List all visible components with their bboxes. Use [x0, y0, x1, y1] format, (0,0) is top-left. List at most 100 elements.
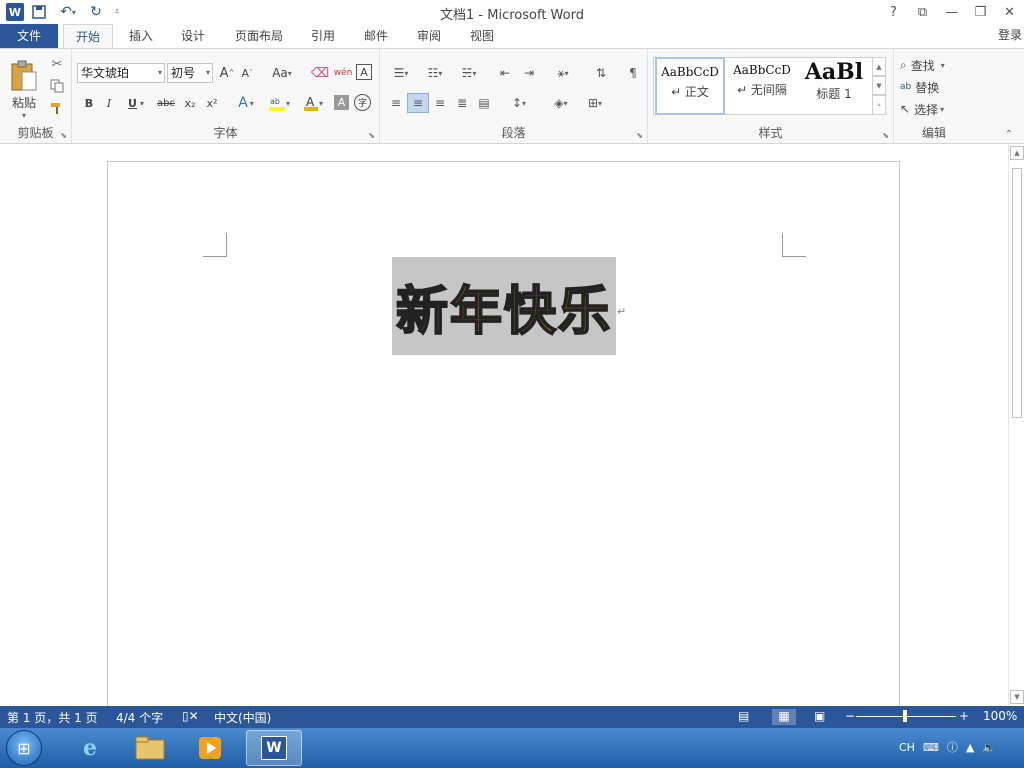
scroll-thumb[interactable]	[1012, 168, 1022, 418]
strikethrough-button[interactable]: abc	[154, 93, 178, 113]
subscript-button[interactable]: x₂	[180, 93, 200, 113]
borders-icon[interactable]: ⊞ ▾	[580, 93, 610, 113]
font-launcher-icon[interactable]: ⬊	[368, 131, 375, 140]
styles-scroll-down-icon[interactable]: ▼	[872, 76, 886, 95]
styles-launcher-icon[interactable]: ⬊	[882, 131, 889, 140]
select-button[interactable]: ↖ 选择 ▾	[900, 99, 968, 119]
wordart-selection[interactable]: 新年快乐	[392, 257, 616, 355]
word-count[interactable]: 4/4 个字	[116, 709, 163, 726]
enclose-char-icon[interactable]: 字	[354, 94, 371, 111]
find-label: 查找	[910, 58, 935, 73]
document-page[interactable]: 新年快乐 ↵	[107, 161, 900, 721]
char-border-button[interactable]: A	[356, 64, 372, 80]
tab-home[interactable]: 开始	[63, 24, 113, 49]
input-language[interactable]: CH	[899, 741, 915, 754]
ribbon-display-options-button[interactable]: ⧉	[908, 0, 937, 24]
tab-file[interactable]: 文件	[0, 24, 58, 49]
page-count[interactable]: 第 1 页，共 1 页	[7, 709, 98, 726]
decrease-indent-icon[interactable]: ⇤	[494, 63, 516, 83]
multilevel-list-icon[interactable]: ☵ ▾	[454, 63, 484, 83]
clipboard-launcher-icon[interactable]: ⬊	[60, 131, 67, 140]
read-mode-icon[interactable]: ▤	[738, 709, 749, 723]
editing-group-label: 编辑	[921, 126, 946, 140]
change-case-button[interactable]: Aa ▾	[268, 63, 296, 83]
zoom-slider-thumb[interactable]	[903, 710, 907, 722]
tab-view[interactable]: 视图	[460, 24, 504, 49]
style-no-spacing[interactable]: AaBbCcD ↵ 无间隔	[727, 57, 797, 115]
align-right-icon[interactable]: ≡	[430, 93, 450, 113]
bullets-icon[interactable]: ☰ ▾	[386, 63, 416, 83]
bold-button[interactable]: B	[80, 93, 98, 113]
scroll-down-icon[interactable]: ▼	[1010, 690, 1024, 704]
phonetic-guide-button[interactable]: wén	[332, 63, 354, 83]
increase-indent-icon[interactable]: ⇥	[518, 63, 540, 83]
paste-button[interactable]: 粘贴 ▾	[6, 55, 42, 125]
login-link[interactable]: 登录	[998, 26, 1022, 43]
align-left-icon[interactable]: ≡	[386, 93, 406, 113]
start-button[interactable]: ⊞	[6, 730, 42, 766]
web-layout-icon[interactable]: ▣	[814, 709, 825, 723]
help-tray-icon[interactable]: ⓘ	[947, 739, 958, 755]
shading-icon[interactable]: ◈ ▾	[546, 93, 576, 113]
style-normal[interactable]: AaBbCcD ↵ 正文	[655, 57, 725, 115]
tab-insert[interactable]: 插入	[120, 24, 162, 49]
media-player-icon[interactable]	[182, 730, 238, 766]
explorer-icon[interactable]	[122, 730, 178, 766]
highlight-color-icon[interactable]: ab ▾	[264, 93, 294, 113]
line-spacing-icon[interactable]: ↕ ▾	[504, 93, 534, 113]
numbering-icon[interactable]: ☷ ▾	[420, 63, 450, 83]
zoom-out-button[interactable]: −	[845, 709, 855, 723]
font-color-icon[interactable]: A ▾	[298, 93, 328, 113]
grow-font-button[interactable]: A ^	[218, 63, 236, 83]
tray-expand-icon[interactable]: ▲	[966, 741, 974, 754]
document-area[interactable]: 新年快乐 ↵	[0, 144, 1008, 721]
justify-icon[interactable]: ≣	[452, 93, 472, 113]
replace-button[interactable]: ab 替换	[900, 77, 968, 97]
cut-icon[interactable]: ✂	[48, 55, 66, 73]
tab-mailings[interactable]: 邮件	[355, 24, 397, 49]
align-center-icon[interactable]: ≡	[407, 93, 429, 113]
help-button[interactable]: ?	[879, 0, 908, 24]
underline-button[interactable]: U ▾	[122, 93, 150, 113]
format-painter-icon[interactable]	[48, 99, 66, 117]
chinese-layout-icon[interactable]: ⚹ ▾	[548, 63, 578, 83]
restore-button[interactable]: ❐	[966, 0, 995, 24]
tab-design[interactable]: 设计	[172, 24, 214, 49]
taskbar: ⊞ e W CH ⌨ ⓘ ▲ 🔈	[0, 728, 1024, 768]
text-effects-icon[interactable]: A ▾	[232, 93, 260, 113]
distributed-icon[interactable]: ▤	[474, 93, 494, 113]
close-button[interactable]: ✕	[995, 0, 1024, 24]
wordart-text[interactable]: 新年快乐	[395, 269, 612, 344]
font-name-combo[interactable]: 华文琥珀 ▾	[77, 63, 165, 83]
font-size-combo[interactable]: 初号 ▾	[167, 63, 213, 83]
find-button[interactable]: ⌕ 查找 ▾	[900, 55, 968, 75]
show-marks-icon[interactable]: ¶	[622, 63, 644, 83]
copy-icon[interactable]	[48, 77, 66, 95]
zoom-level[interactable]: 100%	[983, 709, 1017, 723]
scroll-up-icon[interactable]: ▲	[1010, 146, 1024, 160]
zoom-in-button[interactable]: +	[959, 709, 969, 723]
vertical-scrollbar[interactable]: ▲ ▼	[1008, 144, 1024, 706]
ie-icon[interactable]: e	[62, 730, 118, 766]
language-indicator[interactable]: 中文(中国)	[214, 709, 271, 726]
word-taskbar-icon[interactable]: W	[246, 730, 302, 766]
styles-more-icon[interactable]: ⩡	[872, 95, 886, 115]
sort-icon[interactable]: ⇅	[590, 63, 612, 83]
tab-references[interactable]: 引用	[302, 24, 344, 49]
tab-review[interactable]: 审阅	[408, 24, 450, 49]
superscript-button[interactable]: x²	[202, 93, 222, 113]
collapse-ribbon-icon[interactable]: ⌃	[1002, 127, 1016, 141]
italic-button[interactable]: I	[100, 93, 118, 113]
tab-layout[interactable]: 页面布局	[226, 24, 292, 49]
paragraph-launcher-icon[interactable]: ⬊	[636, 131, 643, 140]
keyboard-icon[interactable]: ⌨	[923, 741, 939, 754]
print-layout-icon[interactable]: ▦	[772, 709, 796, 725]
styles-scroll-up-icon[interactable]: ▲	[872, 57, 886, 76]
volume-icon[interactable]: 🔈	[982, 741, 996, 754]
style-heading-1[interactable]: AaBl 标题 1	[799, 57, 869, 115]
minimize-button[interactable]: —	[937, 0, 966, 24]
clear-formatting-icon[interactable]: ⌫	[310, 63, 330, 83]
char-shading-icon[interactable]: A	[334, 95, 349, 110]
proofing-icon[interactable]: ▯✕	[182, 709, 199, 723]
shrink-font-button[interactable]: Aˇ	[238, 63, 256, 83]
